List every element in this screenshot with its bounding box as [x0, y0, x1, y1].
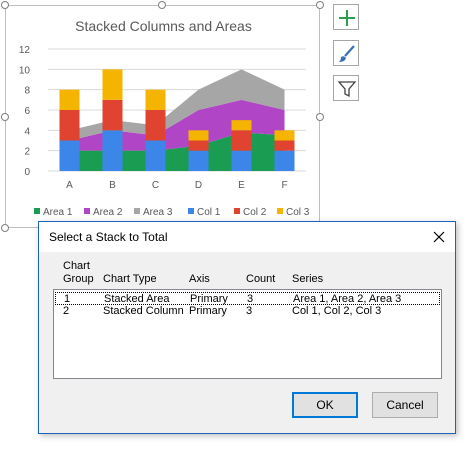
dialog-title: Select a Stack to Total	[49, 230, 168, 244]
bar-col-2	[274, 140, 295, 151]
bar-col-3	[188, 130, 209, 141]
header-group-line1: Chart	[63, 260, 90, 272]
bar-col-1	[274, 150, 295, 171]
bar-col-2	[188, 140, 209, 151]
row-series: Col 1, Col 2, Col 3	[292, 305, 382, 317]
row-axis: Primary	[189, 305, 227, 317]
bar-col-3	[102, 69, 123, 100]
legend-label: Col 3	[286, 207, 310, 218]
bar-col-2	[231, 130, 252, 151]
x-tick-label: D	[195, 180, 202, 191]
row-type: Stacked Column	[103, 305, 184, 317]
legend-swatch	[134, 208, 140, 214]
bar-col-3	[59, 89, 80, 110]
header-count: Count	[246, 273, 276, 285]
bar-col-1	[231, 150, 252, 171]
legend-swatch	[234, 208, 240, 214]
bar-col-3	[274, 130, 295, 141]
legend-label: Col 2	[243, 207, 267, 218]
chart-object[interactable]: 0 2 4 6 8 10 12 A B C D E F Area 1 Area 2 Area 3 Col 1 Co…	[5, 5, 320, 228]
header-series: Series	[292, 273, 324, 285]
chart-styles-icon	[339, 45, 355, 62]
bar-col-1	[145, 140, 166, 171]
ok-button[interactable]: OK	[292, 392, 358, 418]
legend-swatch	[34, 208, 40, 214]
chart-filters-button[interactable]	[333, 75, 359, 101]
bar-col-2	[102, 99, 123, 131]
bar-col-1	[102, 130, 123, 171]
y-tick-label: 2	[24, 147, 30, 158]
x-tick-label: C	[152, 180, 159, 191]
bar-col-3	[145, 89, 166, 110]
legend-swatch	[277, 208, 283, 214]
row-count: 3	[246, 305, 253, 317]
bar-col-3	[231, 120, 252, 131]
y-tick-label: 12	[19, 45, 31, 56]
header-chart-group: Chart Group	[63, 260, 94, 286]
bar-col-1	[188, 150, 209, 171]
resize-handle-left[interactable]	[1, 113, 9, 121]
chart-elements-button[interactable]	[333, 4, 359, 30]
dialog-titlebar[interactable]: Select a Stack to Total	[39, 222, 455, 252]
chart-plot: 0 2 4 6 8 10 12 A B C D E F Area 1 Area 2 Area 3 Col 1 Co…	[19, 45, 310, 218]
bar-col-1	[59, 140, 80, 171]
row-group: 2	[63, 305, 70, 317]
header-group-line2: Group	[63, 273, 94, 285]
legend-label: Area 1	[43, 207, 73, 218]
y-tick-label: 6	[24, 106, 30, 117]
header-chart-type: Chart Type	[103, 273, 157, 285]
cancel-button[interactable]: Cancel	[372, 392, 438, 418]
y-tick-label: 10	[19, 65, 31, 76]
list-item[interactable]: 1 Stacked Area Primary 3 Area 1, Area 2,…	[55, 292, 440, 305]
y-tick-label: 8	[24, 86, 30, 97]
x-tick-label: B	[109, 180, 116, 191]
chart-elements-icon	[339, 10, 355, 26]
chart-title: Stacked Columns and Areas	[75, 18, 252, 34]
y-tick-label: 4	[24, 126, 30, 137]
bar-col-2	[59, 110, 80, 141]
stack-list[interactable]: 1 Stacked Area Primary 3 Area 1, Area 2,…	[53, 289, 442, 379]
resize-handle-bottom-left[interactable]	[1, 224, 9, 232]
legend-label: Area 3	[143, 207, 173, 218]
bar-col-2	[145, 110, 166, 141]
select-stack-dialog: Select a Stack to Total Chart Group Char…	[38, 221, 456, 434]
chart-styles-button[interactable]	[333, 40, 359, 66]
y-tick-label: 0	[24, 167, 30, 178]
x-tick-label: A	[66, 180, 73, 191]
resize-handle-right[interactable]	[316, 113, 324, 121]
close-icon[interactable]	[429, 227, 449, 247]
resize-handle-top-right[interactable]	[316, 1, 324, 9]
x-tick-label: E	[238, 180, 245, 191]
header-axis: Axis	[189, 273, 210, 285]
legend-swatch	[84, 208, 90, 214]
resize-handle-top-left[interactable]	[1, 1, 9, 9]
legend-swatch	[188, 208, 194, 214]
legend-label: Col 1	[197, 207, 221, 218]
chart-filters-icon	[337, 81, 357, 98]
legend-label: Area 2	[93, 207, 123, 218]
x-tick-label: F	[281, 180, 287, 191]
resize-handle-top[interactable]	[158, 1, 166, 9]
list-item[interactable]: 2 Stacked Column Primary 3 Col 1, Col 2,…	[55, 305, 440, 318]
